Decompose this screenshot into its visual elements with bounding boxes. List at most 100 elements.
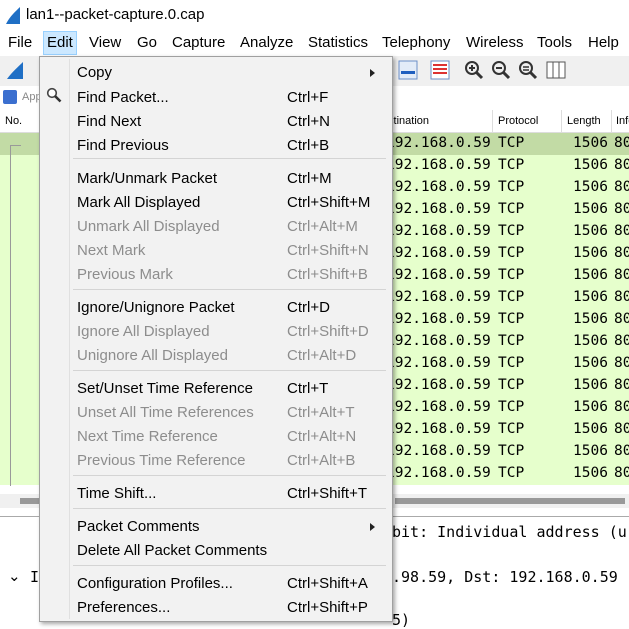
cell-length: 1506: [573, 355, 608, 371]
menu-item-preferences[interactable]: Preferences... Ctrl+Shift+P: [40, 596, 392, 620]
menu-item-label: Previous Mark: [77, 266, 173, 283]
cell-destination: 192.168.0.59: [386, 179, 491, 195]
start-capture-icon[interactable]: [4, 59, 26, 81]
menu-item-label: Find Previous: [77, 137, 169, 154]
cell-protocol: TCP: [498, 421, 525, 437]
colorize-icon[interactable]: [429, 59, 451, 81]
menu-item-find-next[interactable]: Find Next Ctrl+N: [40, 110, 392, 134]
column-no[interactable]: No.: [5, 115, 22, 127]
menu-item-time-shift[interactable]: Time Shift... Ctrl+Shift+T: [40, 482, 392, 506]
cell-info: 80: [614, 201, 629, 217]
menu-capture[interactable]: Capture: [172, 34, 225, 51]
cell-info: 80: [614, 421, 629, 437]
cell-length: 1506: [573, 157, 608, 173]
menu-item-label: Ignore All Displayed: [77, 323, 210, 340]
cell-info: 80: [614, 267, 629, 283]
zoom-out-icon[interactable]: [490, 59, 512, 81]
title-bar: lan1--packet-capture.0.cap: [0, 0, 629, 30]
menu-help[interactable]: Help: [588, 34, 619, 51]
menu-edit[interactable]: Edit: [43, 31, 77, 55]
cell-length: 1506: [573, 421, 608, 437]
cell-info: 80: [614, 333, 629, 349]
scrollbar-thumb[interactable]: [395, 498, 625, 504]
cell-destination: 192.168.0.59: [386, 465, 491, 481]
cell-length: 1506: [573, 399, 608, 415]
menu-separator: [73, 289, 386, 290]
cell-info: 80: [614, 465, 629, 481]
cell-info: 80: [614, 355, 629, 371]
cell-protocol: TCP: [498, 267, 525, 283]
menu-item-configuration-profiles[interactable]: Configuration Profiles... Ctrl+Shift+A: [40, 572, 392, 596]
cell-destination: 192.168.0.59: [386, 355, 491, 371]
cell-info: 80: [614, 443, 629, 459]
menu-separator: [73, 565, 386, 566]
column-info[interactable]: Info: [616, 115, 629, 127]
cell-protocol: TCP: [498, 443, 525, 459]
cell-protocol: TCP: [498, 311, 525, 327]
menu-item-next-mark: Next Mark Ctrl+Shift+N: [40, 239, 392, 263]
cell-length: 1506: [573, 245, 608, 261]
expand-chevron-icon[interactable]: ⌄: [8, 567, 21, 585]
cell-destination: 192.168.0.59: [386, 311, 491, 327]
menu-wireless[interactable]: Wireless: [466, 34, 524, 51]
menu-item-delete-all-packet-comments[interactable]: Delete All Packet Comments: [40, 539, 392, 563]
menu-telephony[interactable]: Telephony: [382, 34, 450, 51]
cell-destination: 192.168.0.59: [386, 289, 491, 305]
detail-line[interactable]: I: [30, 568, 39, 586]
menu-item-mark-unmark-packet[interactable]: Mark/Unmark Packet Ctrl+M: [40, 167, 392, 191]
cell-length: 1506: [573, 311, 608, 327]
detail-line[interactable]: .98.59, Dst: 192.168.0.59: [392, 568, 618, 586]
cell-info: 80: [614, 223, 629, 239]
menu-item-label: Unset All Time References: [77, 404, 254, 421]
cell-destination: 192.168.0.59: [386, 443, 491, 459]
menu-item-packet-comments[interactable]: Packet Comments: [40, 515, 392, 539]
menu-item-label: Previous Time Reference: [77, 452, 246, 469]
cell-destination: 192.168.0.59: [386, 421, 491, 437]
menu-item-previous-time-reference: Previous Time Reference Ctrl+Alt+B: [40, 449, 392, 473]
cell-protocol: TCP: [498, 355, 525, 371]
zoom-in-icon[interactable]: [463, 59, 485, 81]
menu-item-shortcut: Ctrl+Alt+T: [287, 404, 355, 421]
expand-columns-icon[interactable]: [545, 59, 567, 81]
bookmark-icon[interactable]: [3, 90, 17, 104]
detail-line[interactable]: 5): [392, 611, 410, 629]
menu-item-set-unset-time-reference[interactable]: Set/Unset Time Reference Ctrl+T: [40, 377, 392, 401]
menu-item-ignore-all-displayed: Ignore All Displayed Ctrl+Shift+D: [40, 320, 392, 344]
menu-file[interactable]: File: [8, 34, 32, 51]
menu-analyze[interactable]: Analyze: [240, 34, 293, 51]
menu-item-label: Configuration Profiles...: [77, 575, 233, 592]
menu-item-ignore-unignore-packet[interactable]: Ignore/Unignore Packet Ctrl+D: [40, 296, 392, 320]
menu-item-label: Unmark All Displayed: [77, 218, 220, 235]
menu-item-shortcut: Ctrl+M: [287, 170, 332, 187]
menu-item-find-previous[interactable]: Find Previous Ctrl+B: [40, 134, 392, 158]
cell-protocol: TCP: [498, 135, 525, 151]
menu-item-label: Delete All Packet Comments: [77, 542, 268, 559]
menu-item-mark-all-displayed[interactable]: Mark All Displayed Ctrl+Shift+M: [40, 191, 392, 215]
cell-protocol: TCP: [498, 223, 525, 239]
menu-view[interactable]: View: [89, 34, 121, 51]
menu-tools[interactable]: Tools: [537, 34, 572, 51]
menu-separator: [73, 158, 386, 159]
menu-separator: [73, 508, 386, 509]
cell-destination: 192.168.0.59: [386, 399, 491, 415]
menu-separator: [73, 475, 386, 476]
menu-item-shortcut: Ctrl+T: [287, 380, 329, 397]
cell-destination: 192.168.0.59: [386, 201, 491, 217]
menu-item-copy[interactable]: Copy: [40, 61, 392, 85]
cell-protocol: TCP: [498, 465, 525, 481]
menu-item-find-packet[interactable]: Find Packet... Ctrl+F: [40, 86, 392, 110]
menu-item-label: Packet Comments: [77, 518, 200, 535]
wireshark-fin-icon: [6, 7, 20, 24]
detail-line[interactable]: bit: Individual address (u: [392, 523, 627, 541]
column-protocol[interactable]: Protocol: [498, 115, 538, 127]
menu-statistics[interactable]: Statistics: [308, 34, 368, 51]
cell-info: 80: [614, 179, 629, 195]
menu-item-label: Ignore/Unignore Packet: [77, 299, 235, 316]
column-length[interactable]: Length: [567, 115, 601, 127]
submenu-arrow-icon: [370, 69, 375, 77]
menu-item-label: Find Packet...: [77, 89, 169, 106]
resize-columns-icon[interactable]: [397, 59, 419, 81]
cell-length: 1506: [573, 443, 608, 459]
menu-go[interactable]: Go: [137, 34, 157, 51]
zoom-normal-icon[interactable]: [517, 59, 539, 81]
